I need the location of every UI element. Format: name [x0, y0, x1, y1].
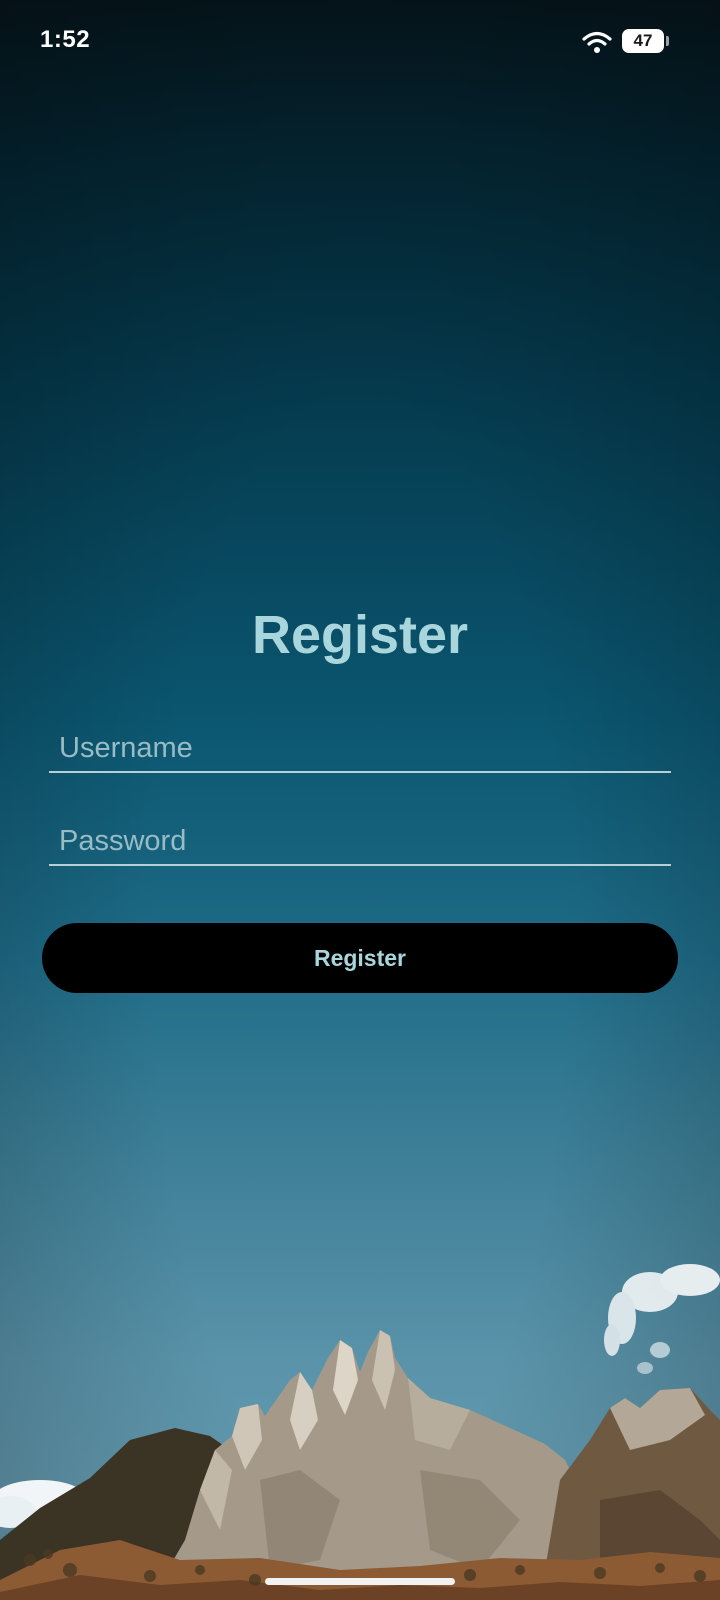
- register-button[interactable]: Register: [42, 923, 678, 993]
- status-bar: 1:52 47: [0, 0, 720, 84]
- register-screen: 1:52 47 Register Register: [0, 0, 720, 1600]
- battery-icon: 47: [622, 29, 670, 55]
- password-field[interactable]: [49, 818, 671, 866]
- username-field[interactable]: [49, 725, 671, 773]
- home-indicator[interactable]: [265, 1578, 455, 1585]
- cloud-right: [604, 1264, 720, 1374]
- battery-cap: [666, 36, 669, 46]
- mountain-scenery: [0, 1264, 720, 1600]
- password-input[interactable]: [49, 818, 671, 864]
- username-input[interactable]: [49, 725, 671, 771]
- wifi-icon: [582, 31, 612, 53]
- page-title: Register: [251, 605, 469, 665]
- battery-level: 47: [633, 31, 653, 50]
- status-time: 1:52: [40, 26, 91, 53]
